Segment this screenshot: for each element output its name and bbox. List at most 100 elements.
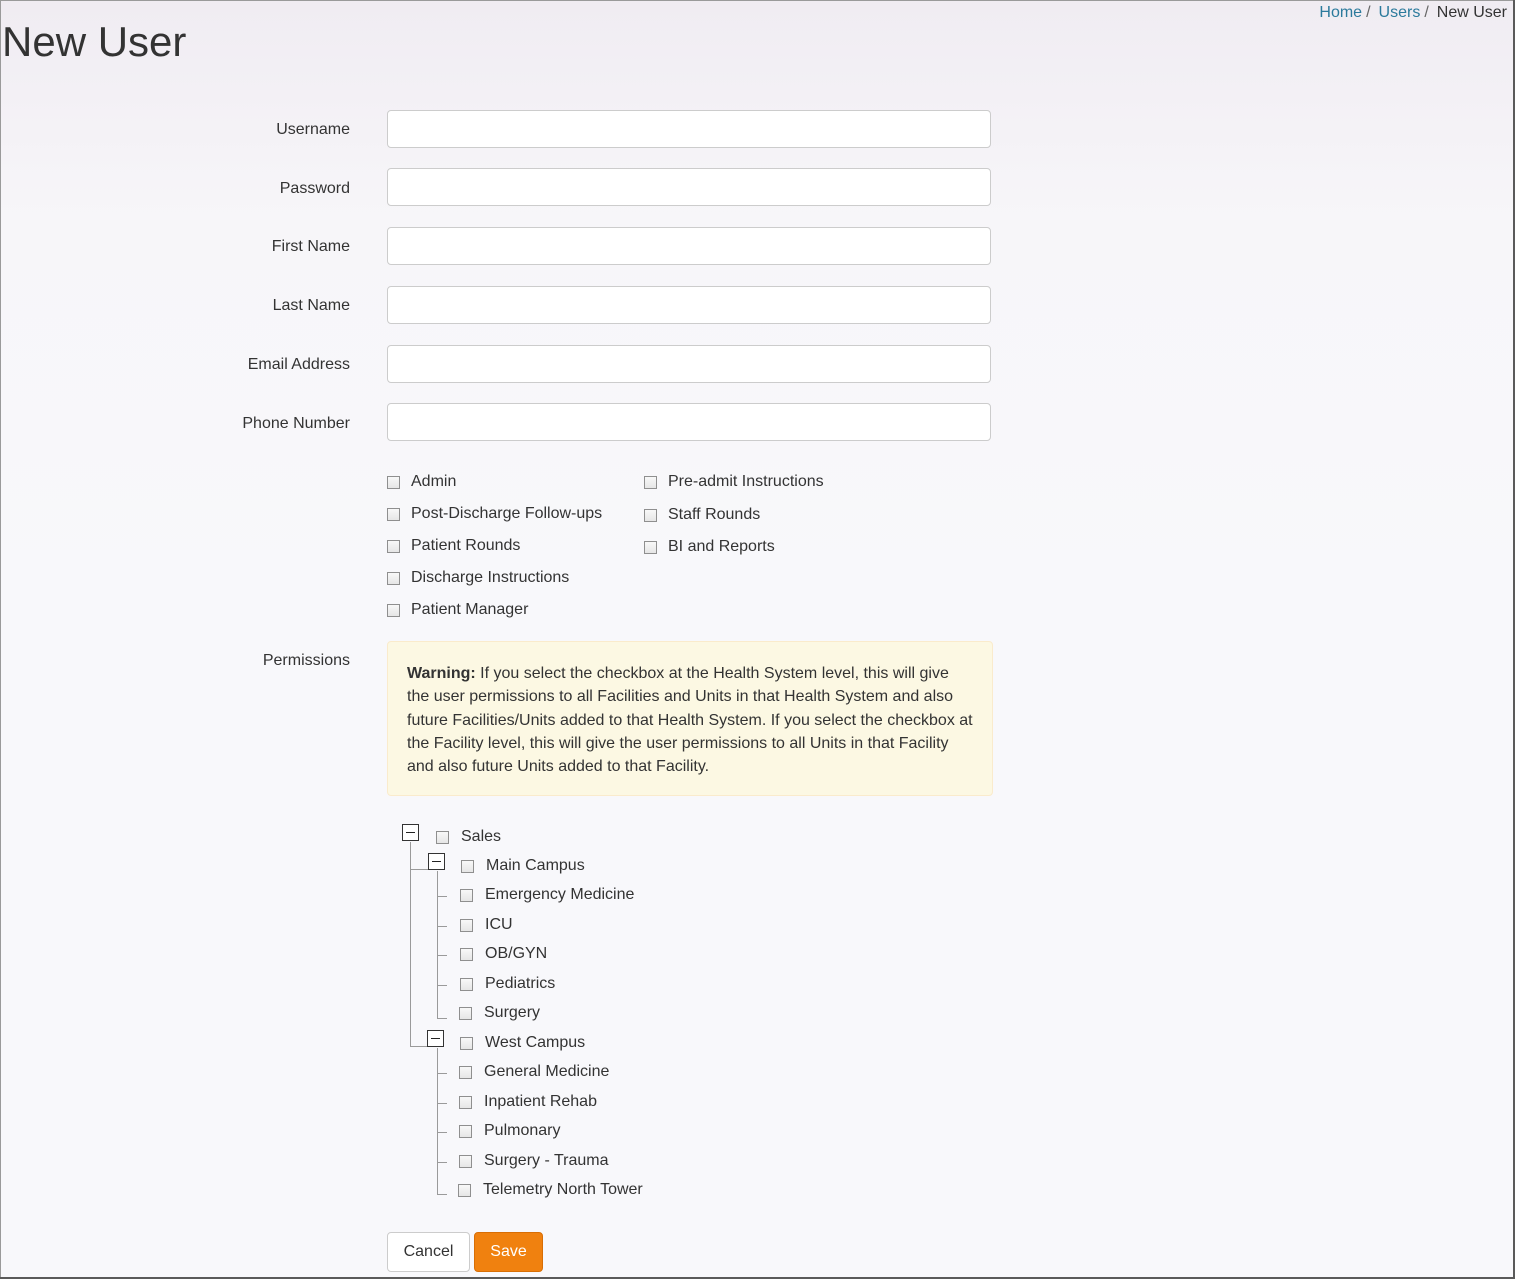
role-checkbox-patient-rounds[interactable]: Patient Rounds	[387, 537, 520, 555]
role-checkbox-discharge-instructions[interactable]: Discharge Instructions	[387, 569, 569, 587]
role-label: Patient Rounds	[411, 537, 521, 554]
cancel-button[interactable]: Cancel	[387, 1232, 470, 1272]
tree-node-label: OB/GYN	[485, 945, 548, 962]
email-label: Email Address	[247, 356, 350, 373]
checkbox[interactable]	[644, 475, 657, 489]
tree-node-unit[interactable]: ICU	[460, 916, 513, 934]
breadcrumb-separator: /	[1424, 4, 1429, 21]
checkbox[interactable]	[460, 918, 473, 932]
checkbox[interactable]	[436, 830, 449, 844]
tree-node-label: Emergency Medicine	[485, 886, 635, 903]
first-name-label: First Name	[271, 238, 350, 255]
role-label: Pre-admit Instructions	[668, 473, 824, 490]
tree-node-unit[interactable]: General Medicine	[459, 1063, 609, 1081]
checkbox[interactable]	[459, 1095, 472, 1109]
checkbox[interactable]	[458, 1183, 471, 1197]
checkbox[interactable]	[460, 947, 473, 961]
checkbox[interactable]	[387, 539, 400, 553]
tree-node-unit[interactable]: Emergency Medicine	[460, 886, 634, 904]
role-label: Admin	[411, 473, 457, 490]
checkbox[interactable]	[644, 508, 657, 522]
tree-node-unit[interactable]: Pediatrics	[460, 975, 555, 993]
checkbox[interactable]	[387, 603, 400, 617]
role-checkbox-patient-manager[interactable]: Patient Manager	[387, 601, 528, 619]
last-name-label: Last Name	[272, 297, 350, 314]
tree-connector	[437, 1018, 447, 1019]
tree-node-health-system[interactable]: Sales	[436, 828, 501, 846]
collapse-minus-icon[interactable]	[428, 853, 445, 870]
collapse-minus-icon[interactable]	[427, 1030, 444, 1047]
checkbox[interactable]	[460, 1036, 473, 1050]
role-label: Staff Rounds	[668, 506, 761, 523]
breadcrumb-home-link[interactable]: Home	[1319, 4, 1362, 21]
tree-node-facility[interactable]: Main Campus	[461, 857, 585, 875]
tree-connector	[437, 1132, 447, 1133]
username-input[interactable]	[387, 110, 991, 148]
breadcrumb: Home / Users / New User	[1319, 4, 1507, 22]
tree-node-label: Pulmonary	[484, 1122, 561, 1139]
checkbox[interactable]	[459, 1154, 472, 1168]
checkbox[interactable]	[461, 859, 474, 873]
email-input[interactable]	[387, 345, 991, 383]
tree-node-unit[interactable]: OB/GYN	[460, 945, 547, 963]
username-label: Username	[276, 121, 350, 138]
tree-connector	[437, 926, 447, 927]
breadcrumb-users-link[interactable]: Users	[1379, 4, 1421, 21]
password-input[interactable]	[387, 168, 991, 206]
checkbox[interactable]	[460, 888, 473, 902]
breadcrumb-current: New User	[1436, 4, 1507, 21]
tree-node-unit[interactable]: Pulmonary	[459, 1122, 560, 1140]
last-name-input[interactable]	[387, 286, 991, 324]
checkbox[interactable]	[459, 1124, 472, 1138]
phone-label: Phone Number	[242, 415, 350, 432]
tree-node-label: General Medicine	[484, 1063, 610, 1080]
checkbox[interactable]	[459, 1065, 472, 1079]
checkbox[interactable]	[459, 1006, 472, 1020]
first-name-input[interactable]	[387, 227, 991, 265]
role-checkbox-bi-reports[interactable]: BI and Reports	[644, 538, 775, 556]
save-button[interactable]: Save	[474, 1232, 543, 1272]
tree-node-unit[interactable]: Surgery - Trauma	[459, 1152, 608, 1170]
checkbox[interactable]	[387, 507, 400, 521]
tree-node-facility[interactable]: West Campus	[460, 1034, 585, 1052]
breadcrumb-separator: /	[1366, 4, 1371, 21]
tree-connector	[437, 1103, 447, 1104]
tree-node-label: ICU	[485, 916, 513, 933]
tree-connector	[437, 1162, 447, 1163]
tree-connector	[437, 871, 438, 1018]
warning-title: Warning:	[407, 665, 476, 682]
tree-node-unit[interactable]: Surgery	[459, 1004, 540, 1022]
permissions-warning: Warning: If you select the checkbox at t…	[387, 641, 993, 796]
tree-node-unit[interactable]: Telemetry North Tower	[458, 1181, 643, 1199]
tree-connector	[437, 1194, 447, 1195]
tree-node-label: Inpatient Rehab	[484, 1093, 597, 1110]
tree-connector	[437, 985, 447, 986]
tree-connector	[437, 955, 447, 956]
tree-node-label: Main Campus	[486, 857, 585, 874]
password-label: Password	[279, 180, 350, 197]
role-label: Patient Manager	[411, 601, 529, 618]
tree-connector	[410, 869, 428, 870]
checkbox[interactable]	[460, 977, 473, 991]
page-title: New User	[2, 18, 187, 65]
permissions-label: Permissions	[262, 652, 350, 669]
tree-node-label: Sales	[461, 828, 502, 845]
role-label: Post-Discharge Follow-ups	[411, 505, 603, 522]
tree-node-label: Surgery - Trauma	[484, 1152, 609, 1169]
phone-input[interactable]	[387, 403, 991, 441]
checkbox[interactable]	[644, 540, 657, 554]
role-label: BI and Reports	[668, 538, 775, 555]
role-label: Discharge Instructions	[411, 569, 570, 586]
collapse-minus-icon[interactable]	[402, 824, 419, 841]
role-checkbox-post-discharge[interactable]: Post-Discharge Follow-ups	[387, 505, 602, 523]
checkbox[interactable]	[387, 475, 400, 489]
role-checkbox-admin[interactable]: Admin	[387, 473, 456, 491]
checkbox[interactable]	[387, 571, 400, 585]
tree-node-label: Surgery	[484, 1004, 541, 1021]
role-checkbox-pre-admit[interactable]: Pre-admit Instructions	[644, 473, 824, 491]
tree-node-label: West Campus	[485, 1034, 586, 1051]
tree-node-label: Pediatrics	[485, 975, 556, 992]
role-checkbox-staff-rounds[interactable]: Staff Rounds	[644, 506, 760, 524]
warning-text: If you select the checkbox at the Health…	[407, 665, 973, 776]
tree-node-unit[interactable]: Inpatient Rehab	[459, 1093, 597, 1111]
